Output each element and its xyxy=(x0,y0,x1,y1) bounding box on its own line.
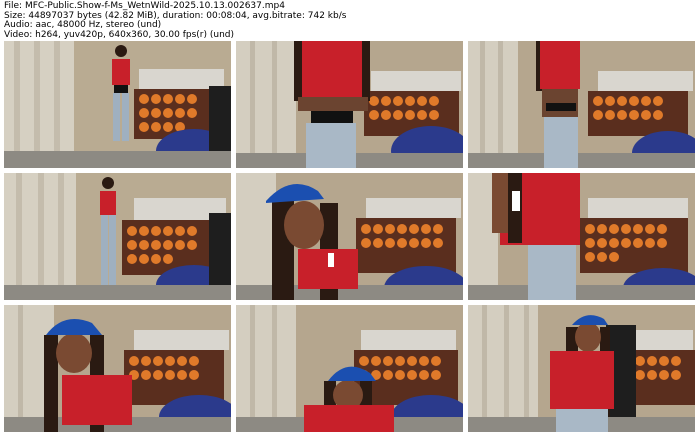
thumbnail-2-image xyxy=(236,41,463,168)
thumbnail-4-image xyxy=(4,173,231,300)
thumbnail-3 xyxy=(468,41,695,168)
thumbnail-1-image xyxy=(4,41,231,168)
thumbnail-3-image xyxy=(468,41,695,168)
thumbnail-grid xyxy=(4,41,696,433)
thumbnail-7 xyxy=(4,305,231,432)
thumbnail-9-image xyxy=(468,305,695,432)
thumbnail-1 xyxy=(4,41,231,168)
thumbnail-5 xyxy=(236,173,463,300)
thumbnail-8-image xyxy=(236,305,463,432)
thumbnail-4 xyxy=(4,173,231,300)
thumbnail-8 xyxy=(236,305,463,432)
thumbnail-5-image xyxy=(236,173,463,300)
thumbnail-2 xyxy=(236,41,463,168)
thumbnail-6-image xyxy=(468,173,695,300)
video-info-text: Video: h264, yuv420p, 640x360, 30.00 fps… xyxy=(4,29,235,40)
thumbnail-7-image xyxy=(4,305,231,432)
file-info-header: File: MFC-Public.Show-f-Ms_WetnWild-2025… xyxy=(4,1,346,40)
thumbnail-9 xyxy=(468,305,695,432)
thumbnail-6 xyxy=(468,173,695,300)
